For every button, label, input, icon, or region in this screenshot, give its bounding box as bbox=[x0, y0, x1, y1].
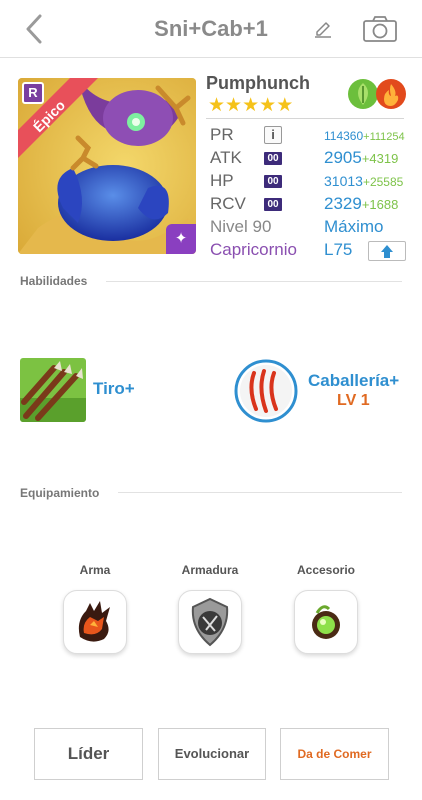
skills-section-title: Habilidades bbox=[20, 274, 88, 288]
edit-button[interactable] bbox=[312, 18, 334, 40]
stat-row-rcv: RCV 00 2329+1688 bbox=[210, 194, 406, 216]
star-icon: ★ bbox=[242, 95, 260, 116]
star-rating: ★★★★★ bbox=[208, 96, 293, 116]
info-icon[interactable]: i bbox=[264, 126, 282, 144]
star-icon: ★ bbox=[225, 95, 243, 116]
camera-icon bbox=[363, 16, 397, 42]
level-value: Máximo bbox=[324, 217, 384, 236]
atk-badge: 00 bbox=[264, 152, 282, 165]
hp-bonus: +25585 bbox=[362, 175, 404, 189]
monster-portrait[interactable]: Épico R ✦ bbox=[18, 78, 196, 254]
stat-label-rcv: RCV bbox=[210, 194, 246, 213]
rcv-base: 2329 bbox=[324, 194, 362, 213]
rank-badge-label: R bbox=[28, 85, 38, 100]
skill-tiro-name[interactable]: Tiro+ bbox=[93, 379, 135, 399]
stat-row-hp: HP 00 31013+25585 bbox=[210, 171, 406, 193]
fire-element-icon bbox=[376, 79, 406, 109]
constellation-level: L75 bbox=[324, 240, 353, 259]
skills-section-divider bbox=[106, 281, 402, 282]
stat-value-pr: 114360+111254 bbox=[324, 129, 405, 143]
pr-bonus: +111254 bbox=[363, 131, 405, 143]
constellation-upgrade-button[interactable] bbox=[368, 241, 406, 261]
lava-claw-icon bbox=[78, 601, 110, 642]
stats-divider bbox=[206, 118, 404, 119]
green-orb-icon bbox=[312, 605, 340, 639]
constellation-name: Capricornio bbox=[210, 240, 297, 259]
top-navigation-bar: Sni+Cab+1 bbox=[0, 0, 422, 58]
stat-value-hp: 31013+25585 bbox=[324, 173, 403, 189]
level-row: Nivel 90 Máximo bbox=[210, 217, 406, 239]
equip-slot-armadura[interactable] bbox=[178, 590, 242, 654]
equip-slot-arma[interactable] bbox=[63, 590, 127, 654]
stone-armor-icon bbox=[191, 597, 229, 647]
rcv-bonus: +1688 bbox=[361, 197, 399, 212]
stat-value-atk: 2905+4319 bbox=[324, 148, 398, 168]
stat-label-pr: PR bbox=[210, 125, 234, 144]
skill-tiro-button[interactable] bbox=[20, 358, 86, 422]
level-label: Nivel 90 bbox=[210, 217, 272, 236]
star-icon: ★ bbox=[276, 95, 294, 116]
stat-label-hp: HP bbox=[210, 171, 234, 190]
star-icon: ★ bbox=[259, 95, 277, 116]
pr-base: 114360 bbox=[324, 129, 364, 143]
equip-label-armadura: Armadura bbox=[181, 563, 239, 577]
star-icon: ★ bbox=[208, 95, 226, 116]
equipment-section-title: Equipamiento bbox=[20, 486, 100, 500]
stat-value-rcv: 2329+1688 bbox=[324, 194, 398, 214]
stat-row-pr: PR i 114360+111254 bbox=[210, 125, 406, 147]
page-title: Sni+Cab+1 bbox=[154, 16, 268, 41]
feed-button[interactable]: Da de Comer bbox=[280, 728, 389, 780]
evolve-button[interactable]: Evolucionar bbox=[158, 728, 266, 780]
camera-button[interactable] bbox=[362, 14, 398, 44]
rank-badge: R bbox=[22, 82, 44, 104]
equipment-section-divider bbox=[118, 492, 402, 493]
stat-label-atk: ATK bbox=[210, 148, 242, 167]
monster-name: Pumphunch bbox=[206, 73, 310, 93]
skill-caballeria-level: LV 1 bbox=[337, 392, 370, 409]
arrow-up-icon bbox=[381, 245, 393, 258]
equip-label-arma: Arma bbox=[79, 563, 111, 577]
hp-badge: 00 bbox=[264, 175, 282, 188]
claw-marks-icon bbox=[234, 359, 298, 423]
hp-base: 31013 bbox=[324, 173, 363, 189]
atk-bonus: +4319 bbox=[361, 151, 399, 166]
skill-caballeria-button[interactable] bbox=[234, 359, 298, 423]
stat-row-atk: ATK 00 2905+4319 bbox=[210, 148, 406, 170]
arrows-icon bbox=[20, 358, 86, 422]
atk-base: 2905 bbox=[324, 148, 362, 167]
leader-button[interactable]: Líder bbox=[34, 728, 143, 780]
constellation-row: Capricornio L75 bbox=[210, 240, 406, 262]
equip-label-accesorio: Accesorio bbox=[296, 563, 356, 577]
element-icons bbox=[347, 78, 407, 112]
vip-badge-icon: ✦ bbox=[166, 224, 196, 254]
pencil-icon bbox=[315, 22, 331, 38]
equip-slot-accesorio[interactable] bbox=[294, 590, 358, 654]
skill-caballeria-name[interactable]: Caballería+ bbox=[308, 371, 399, 391]
rcv-badge: 00 bbox=[264, 198, 282, 211]
